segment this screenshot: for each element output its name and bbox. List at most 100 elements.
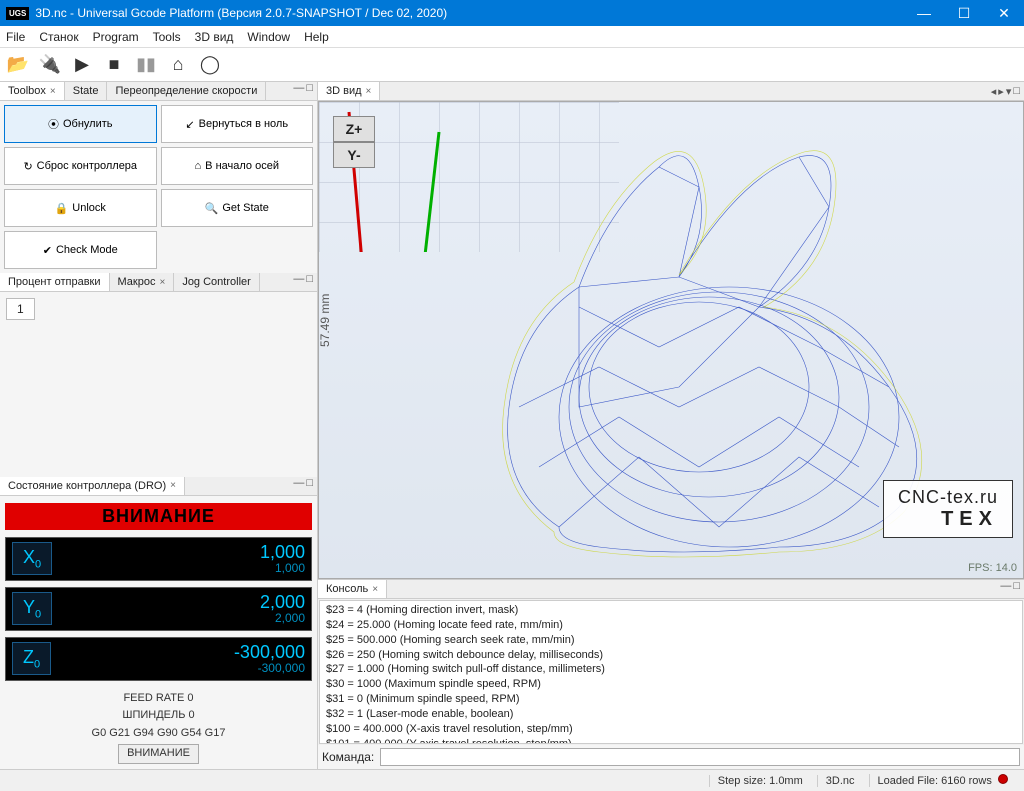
dro-z[interactable]: Z0 -300,000-300,000 — [5, 637, 312, 681]
lock-icon: 🔒 — [55, 202, 69, 215]
close-icon[interactable]: × — [366, 86, 372, 97]
home-axes-button[interactable]: ⌂В начало осей — [161, 147, 314, 185]
alarm-banner: ВНИМАНИЕ — [5, 503, 312, 530]
spindle: ШПИНДЕЛЬ 0 — [3, 707, 314, 725]
panel-min-icon[interactable]: — — [293, 273, 304, 291]
check-mode-button[interactable]: ✔Check Mode — [4, 231, 157, 269]
menu-help[interactable]: Help — [304, 30, 329, 44]
console-line: $27 = 1.000 (Homing switch pull-off dist… — [326, 662, 1016, 677]
check-icon: ✔ — [43, 244, 52, 257]
toolbox-tabs: Toolbox× State Переопределение скорости … — [0, 82, 317, 101]
console-output[interactable]: $23 = 4 (Homing direction invert, mask)$… — [319, 600, 1023, 744]
axis-z-value: -300,000 — [234, 643, 305, 661]
maximize-button[interactable]: ☐ — [944, 0, 984, 26]
panel-min-icon[interactable]: — — [293, 82, 304, 100]
connect-icon[interactable]: 🔌 — [38, 53, 62, 77]
target-icon: ⦿ — [48, 116, 59, 132]
dro-info: FEED RATE 0 ШПИНДЕЛЬ 0 G0 G21 G94 G90 G5… — [3, 684, 314, 766]
menu-machine[interactable]: Станок — [39, 30, 78, 44]
return-icon: ↙ — [185, 118, 194, 131]
3d-viewport[interactable]: Z+ Y- 57.49 mm FPS: 14.0 CNC-tex.ru TEX — [318, 101, 1024, 579]
panel-min-icon[interactable]: — — [293, 477, 304, 495]
refresh-icon: ↻ — [23, 160, 32, 173]
send-percent-panel: 1 — [0, 292, 317, 477]
unlock-button[interactable]: 🔒Unlock — [4, 189, 157, 227]
panel-max-icon[interactable]: □ — [306, 82, 313, 100]
menu-tools[interactable]: Tools — [153, 30, 181, 44]
panel-min-icon[interactable]: — — [1000, 580, 1011, 598]
tab-send-percent[interactable]: Процент отправки — [0, 273, 110, 291]
menu-3dview[interactable]: 3D вид — [195, 30, 234, 44]
home-icon: ⌂ — [195, 160, 202, 172]
close-icon[interactable]: × — [159, 277, 165, 288]
close-button[interactable]: ✕ — [984, 0, 1024, 26]
axis-y-label: Y0 — [12, 592, 52, 626]
get-state-button[interactable]: 🔍Get State — [161, 189, 314, 227]
console-line: $26 = 250 (Homing switch debounce delay,… — [326, 648, 1016, 663]
status-led-icon — [998, 774, 1008, 784]
left-pane: Toolbox× State Переопределение скорости … — [0, 82, 318, 769]
panel-max-icon[interactable]: □ — [1013, 85, 1020, 98]
console-panel: Консоль× —□ $23 = 4 (Homing direction in… — [318, 579, 1024, 769]
tab-speed[interactable]: Переопределение скорости — [107, 82, 266, 100]
nav-left-icon[interactable]: ◂ — [991, 85, 997, 98]
nav-right-icon[interactable]: ▸ — [998, 85, 1004, 98]
search-icon: 🔍 — [205, 202, 219, 215]
console-line: $32 = 1 (Laser-mode enable, boolean) — [326, 707, 1016, 722]
z-plus-button[interactable]: Z+ — [333, 116, 375, 142]
tab-macros[interactable]: Макрос× — [110, 273, 175, 291]
mid-tabs: Процент отправки Макрос× Jog Controller … — [0, 273, 317, 292]
tab-dro[interactable]: Состояние контроллера (DRO)× — [0, 477, 185, 495]
axis-y-sub: 2,000 — [260, 611, 305, 625]
status-rows: Loaded File: 6160 rows — [869, 774, 1016, 787]
menu-file[interactable]: File — [6, 30, 25, 44]
panel-max-icon[interactable]: □ — [306, 477, 313, 495]
console-line: $24 = 25.000 (Homing locate feed rate, m… — [326, 618, 1016, 633]
axis-jog-controls: Z+ Y- — [333, 116, 375, 168]
page-indicator[interactable]: 1 — [6, 298, 35, 320]
y-minus-button[interactable]: Y- — [333, 142, 375, 168]
close-icon[interactable]: × — [372, 584, 378, 595]
dro-y[interactable]: Y0 2,0002,000 — [5, 587, 312, 631]
open-icon[interactable]: 📂 — [6, 53, 30, 77]
nav-down-icon[interactable]: ▾ — [1006, 85, 1012, 98]
axis-x-value: 1,000 — [260, 543, 305, 561]
axis-y-value: 2,000 — [260, 593, 305, 611]
return-zero-button[interactable]: ↙Вернуться в ноль — [161, 105, 314, 143]
minimize-button[interactable]: — — [904, 0, 944, 26]
pause-icon[interactable]: ▮▮ — [134, 53, 158, 77]
close-icon[interactable]: × — [170, 480, 176, 491]
feed-rate: FEED RATE 0 — [3, 690, 314, 708]
tab-3d-view[interactable]: 3D вид× — [318, 82, 380, 100]
stop-icon[interactable]: ■ — [102, 53, 126, 77]
fps-counter: FPS: 14.0 — [968, 562, 1017, 574]
command-input[interactable] — [380, 748, 1020, 766]
console-line: $100 = 400.000 (X-axis travel resolution… — [326, 722, 1016, 737]
dro-tabs: Состояние контроллера (DRO)× —□ — [0, 477, 317, 496]
status-badge: ВНИМАНИЕ — [118, 744, 199, 764]
play-icon[interactable]: ▶ — [70, 53, 94, 77]
dro-x[interactable]: X0 1,0001,000 — [5, 537, 312, 581]
menu-window[interactable]: Window — [247, 30, 290, 44]
pendant-icon[interactable]: ◯ — [198, 53, 222, 77]
tab-console[interactable]: Консоль× — [318, 580, 387, 598]
reset-controller-button[interactable]: ↻Сброс контроллера — [4, 147, 157, 185]
toolbox-panel: ⦿Обнулить ↙Вернуться в ноль ↻Сброс контр… — [0, 101, 317, 273]
statusbar: Step size: 1.0mm 3D.nc Loaded File: 6160… — [0, 769, 1024, 791]
window-title: 3D.nc - Universal Gcode Platform (Версия… — [35, 6, 904, 20]
panel-max-icon[interactable]: □ — [306, 273, 313, 291]
status-step: Step size: 1.0mm — [709, 775, 811, 787]
watermark: CNC-tex.ru TEX — [883, 480, 1013, 538]
close-icon[interactable]: × — [50, 86, 56, 97]
right-pane: 3D вид× ◂▸▾□ — [318, 82, 1024, 769]
axis-x-label: X0 — [12, 542, 52, 576]
console-line: $31 = 0 (Minimum spindle speed, RPM) — [326, 692, 1016, 707]
console-line: $23 = 4 (Homing direction invert, mask) — [326, 603, 1016, 618]
home-icon[interactable]: ⌂ — [166, 53, 190, 77]
zero-button[interactable]: ⦿Обнулить — [4, 105, 157, 143]
tab-state[interactable]: State — [65, 82, 108, 100]
panel-max-icon[interactable]: □ — [1013, 580, 1020, 598]
tab-jog[interactable]: Jog Controller — [174, 273, 259, 291]
menu-program[interactable]: Program — [93, 30, 139, 44]
tab-toolbox[interactable]: Toolbox× — [0, 82, 65, 100]
